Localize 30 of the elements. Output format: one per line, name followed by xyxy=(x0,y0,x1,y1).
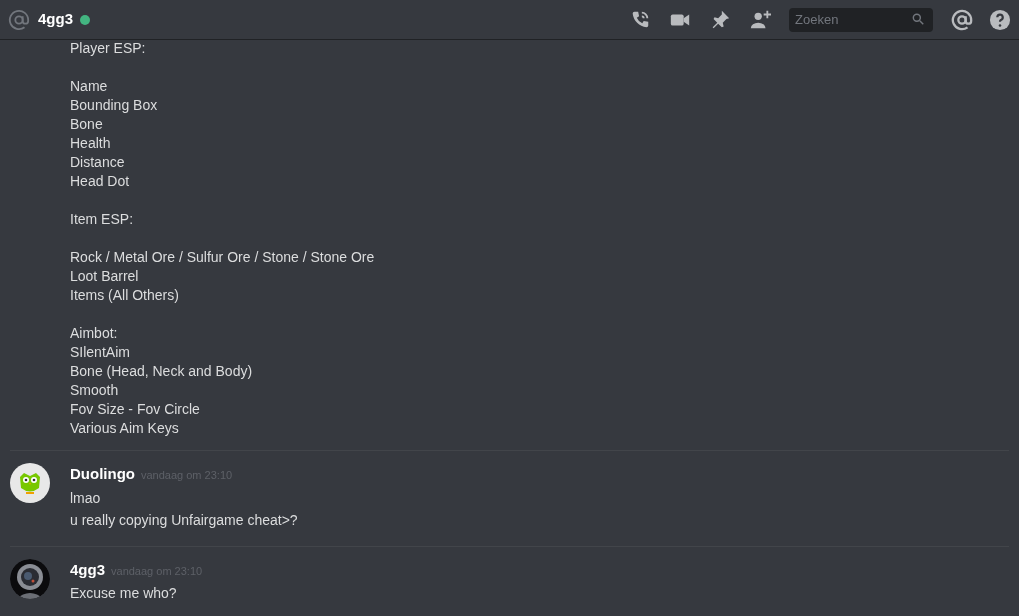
message-line: SIlentAim xyxy=(70,343,131,362)
author-name[interactable]: 4gg3 xyxy=(70,558,105,581)
message-line: Name xyxy=(70,77,109,96)
message-line: Health xyxy=(70,134,112,153)
owl-avatar xyxy=(10,463,50,503)
message-line: Fov Size - Fov Circle xyxy=(70,400,201,419)
channel-name: 4gg3 xyxy=(38,9,73,30)
message-line: lmao xyxy=(70,488,102,508)
message-line: Bounding Box xyxy=(70,96,159,115)
mention-icon[interactable] xyxy=(951,8,973,31)
message-line: Distance xyxy=(70,153,126,172)
help-icon[interactable] xyxy=(989,8,1011,31)
at-sign-icon xyxy=(8,8,30,31)
message-line: Items (All Others) xyxy=(70,286,180,305)
message-line: Excuse me who? xyxy=(70,584,178,603)
message-line: Loot Barrel xyxy=(70,267,140,286)
message-line: Bone xyxy=(70,115,104,134)
add-friend-icon[interactable] xyxy=(749,8,771,31)
search-icon xyxy=(911,12,925,27)
message-line: Smooth xyxy=(70,381,120,400)
author-name[interactable]: Duolingo xyxy=(70,463,135,486)
message-line: Head Dot xyxy=(70,172,131,191)
message-line: Item ESP: xyxy=(70,210,135,229)
message-line: Various Aim Keys xyxy=(70,419,180,438)
message-line: Player ESP: xyxy=(70,40,147,58)
message-line: Aimbot: xyxy=(70,324,119,343)
message-line: u really copying Unfairgame cheat>? xyxy=(70,510,298,530)
message-line: Bone (Head, Neck and Body) xyxy=(70,362,254,381)
search-field[interactable]: Zoeken xyxy=(789,7,933,32)
message-line: Rock / Metal Ore / Sulfur Ore / Stone / Stone Ore xyxy=(70,248,376,267)
